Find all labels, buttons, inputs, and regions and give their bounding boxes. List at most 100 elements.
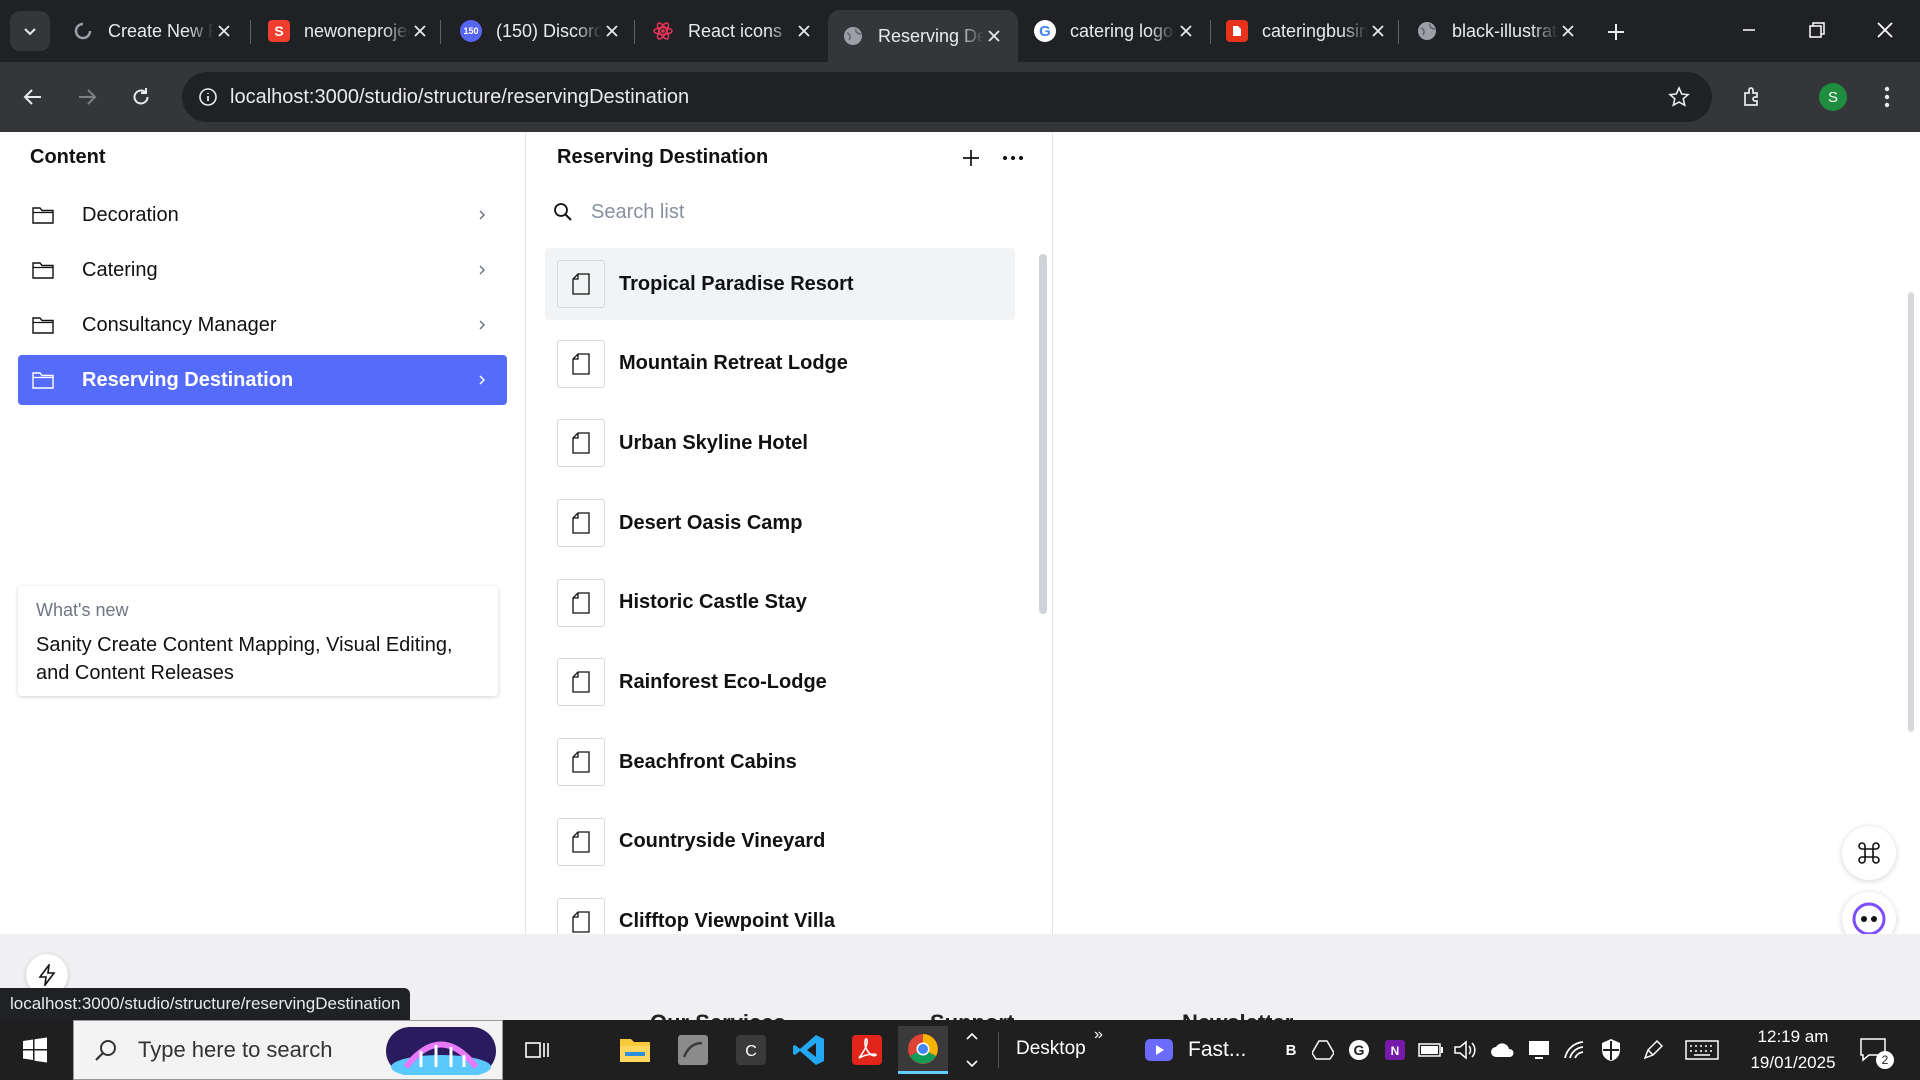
menu-item-decoration[interactable]: Decoration: [18, 190, 507, 240]
document-icon: [557, 897, 605, 934]
document-item[interactable]: Mountain Retreat Lodge: [545, 328, 1015, 400]
app-icon-gray[interactable]: [668, 1026, 718, 1074]
search-input[interactable]: [591, 200, 991, 224]
chevron-double-right-icon[interactable]: »: [1094, 1026, 1103, 1044]
document-item[interactable]: Desert Oasis Camp: [545, 487, 1015, 559]
list-pane-title: Reserving Destination: [557, 146, 769, 168]
close-icon[interactable]: [602, 21, 622, 41]
puzzle-icon: [1744, 87, 1758, 106]
more-horizontal-icon: [1003, 156, 1023, 160]
document-item[interactable]: Historic Castle Stay: [545, 567, 1015, 639]
file-explorer-button[interactable]: [610, 1026, 660, 1074]
reload-icon: [133, 88, 149, 105]
taskbar-scroll-up[interactable]: [960, 1024, 984, 1048]
notification-center-button[interactable]: 2: [1856, 1035, 1894, 1069]
create-document-button[interactable]: [955, 142, 987, 174]
document-item[interactable]: Rainforest Eco-Lodge: [545, 646, 1015, 718]
close-icon[interactable]: [984, 26, 1004, 46]
start-button[interactable]: [10, 1026, 60, 1074]
menu-item-catering[interactable]: Catering: [18, 245, 507, 295]
google-drive-icon[interactable]: [1308, 1035, 1338, 1065]
document-item[interactable]: Countryside Vineyard: [545, 806, 1015, 878]
restore-button[interactable]: [1794, 8, 1840, 52]
plus-icon: [1608, 24, 1624, 40]
wifi-icon[interactable]: [1560, 1035, 1590, 1065]
close-window-button[interactable]: [1862, 8, 1908, 52]
pane-menu-button[interactable]: [997, 142, 1029, 174]
tab-title: React icons: [688, 20, 783, 41]
task-view-button[interactable]: [512, 1026, 562, 1074]
react-icon: [652, 20, 674, 42]
url-text[interactable]: localhost:3000/studio/structure/reservin…: [230, 86, 689, 109]
taskbar-clock[interactable]: 12:19 am 19/01/2025: [1738, 1024, 1848, 1076]
onenote-icon[interactable]: N: [1380, 1035, 1410, 1065]
desktop-toolbar-label[interactable]: Desktop: [1016, 1038, 1086, 1060]
whats-new-card[interactable]: What's new Sanity Create Content Mapping…: [18, 586, 498, 696]
apps-button[interactable]: [1842, 826, 1896, 880]
info-icon[interactable]: [198, 87, 218, 107]
close-icon[interactable]: [794, 21, 814, 41]
star-icon[interactable]: [1668, 86, 1690, 108]
document-item[interactable]: Beachfront Cabins: [545, 726, 1015, 798]
acrobat-button[interactable]: [842, 1026, 892, 1074]
tab-title: Reserving Destination: [878, 25, 984, 46]
tab-title: black-illustration: [1452, 20, 1558, 41]
tab-react-icons[interactable]: React icons: [638, 10, 828, 52]
display-icon[interactable]: [1524, 1035, 1554, 1065]
close-icon[interactable]: [410, 21, 430, 41]
tab-reserving-destination[interactable]: Reserving Destination: [828, 10, 1018, 62]
reload-button[interactable]: [120, 76, 162, 118]
onedrive-icon[interactable]: [1488, 1035, 1518, 1065]
clock-time: 12:19 am: [1757, 1027, 1829, 1046]
grammarly-icon[interactable]: G: [1344, 1035, 1374, 1065]
video-icon: [1145, 1039, 1173, 1061]
menu-item-consultancy-manager[interactable]: Consultancy Manager: [18, 300, 507, 350]
page-scrollbar[interactable]: [1908, 292, 1914, 732]
volume-icon[interactable]: [1450, 1035, 1480, 1065]
extensions-button[interactable]: [1732, 76, 1774, 118]
tray-icon-behance[interactable]: B: [1276, 1035, 1306, 1065]
document-title: Countryside Vineyard: [619, 830, 826, 853]
keyboard-icon[interactable]: [1684, 1035, 1720, 1065]
tab-cateringbusiness[interactable]: cateringbusiness: [1212, 10, 1402, 52]
tab-catering-logo[interactable]: G catering logo: [1020, 10, 1210, 52]
list-scrollbar[interactable]: [1039, 254, 1047, 614]
document-item[interactable]: Clifftop Viewpoint Villa: [545, 886, 1015, 934]
pen-icon[interactable]: [1638, 1035, 1668, 1065]
menu-item-reserving-destination[interactable]: Reserving Destination: [18, 355, 507, 405]
chevron-down-icon: [966, 1060, 978, 1068]
back-button[interactable]: [12, 76, 54, 118]
acrobat-icon: [852, 1035, 882, 1065]
fast-app-label[interactable]: Fast...: [1188, 1038, 1246, 1062]
taskbar-scroll-down[interactable]: [960, 1052, 984, 1076]
forward-button[interactable]: [66, 76, 108, 118]
close-icon[interactable]: [1368, 21, 1388, 41]
tab-discord[interactable]: 150 (150) Discord: [446, 10, 636, 52]
close-icon[interactable]: [1558, 21, 1578, 41]
fast-app-button[interactable]: [1134, 1026, 1184, 1074]
new-tab-button[interactable]: [1598, 14, 1634, 50]
vscode-button[interactable]: [784, 1026, 834, 1074]
tab-newoneproject[interactable]: S newoneproject: [254, 10, 444, 52]
svg-text:C: C: [745, 1043, 757, 1060]
tab-search-button[interactable]: [10, 11, 50, 51]
address-bar[interactable]: localhost:3000/studio/structure/reservin…: [182, 72, 1712, 122]
security-shield-icon[interactable]: [1596, 1035, 1626, 1065]
profile-button[interactable]: S: [1812, 76, 1854, 118]
taskbar-search[interactable]: Type here to search: [73, 1020, 503, 1080]
tab-black-illustration[interactable]: black-illustration: [1402, 10, 1592, 52]
minimize-button[interactable]: [1726, 8, 1772, 52]
document-item[interactable]: Tropical Paradise Resort: [545, 248, 1015, 320]
battery-icon[interactable]: [1416, 1035, 1446, 1065]
tab-title: (150) Discord: [496, 20, 602, 41]
document-icon: [557, 419, 605, 468]
close-icon[interactable]: [1176, 21, 1196, 41]
document-item[interactable]: Urban Skyline Hotel: [545, 407, 1015, 479]
app-icon-c[interactable]: C: [726, 1026, 776, 1074]
svg-text:G: G: [1354, 1042, 1365, 1058]
c-app-icon: C: [736, 1035, 766, 1065]
chrome-button[interactable]: [898, 1026, 948, 1074]
tab-create-new[interactable]: Create New Project: [58, 10, 248, 52]
browser-menu-button[interactable]: [1866, 76, 1908, 118]
close-icon[interactable]: [214, 21, 234, 41]
